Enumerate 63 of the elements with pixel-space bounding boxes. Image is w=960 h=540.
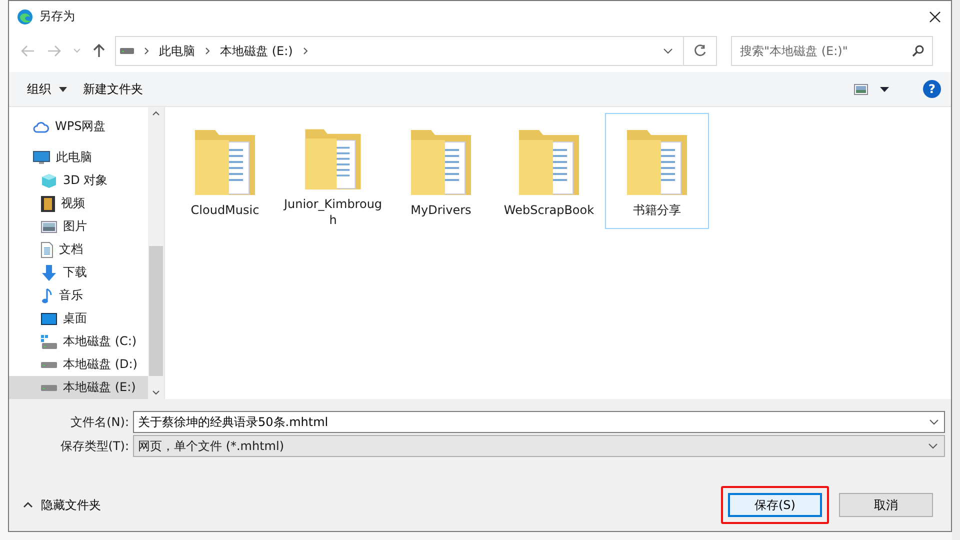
chevron-down-icon	[929, 419, 939, 425]
help-button[interactable]: ?	[923, 80, 941, 98]
drive-icon	[120, 47, 134, 55]
scrollbar[interactable]	[148, 107, 164, 399]
music-note-icon	[41, 288, 53, 304]
cube-icon	[41, 172, 57, 188]
chevron-down-icon[interactable]	[663, 48, 673, 54]
close-icon[interactable]	[929, 10, 941, 22]
window-title: 另存为	[39, 8, 75, 25]
sidebar-item[interactable]: WPS网盘	[9, 115, 148, 138]
cloud-icon	[33, 120, 49, 132]
address-bar[interactable]: 此电脑 本地磁盘 (E:)	[115, 36, 717, 66]
scroll-down-icon[interactable]	[152, 390, 160, 395]
folder-item[interactable]: 书籍分享	[605, 113, 709, 229]
sidebar-item[interactable]: 3D 对象	[9, 169, 148, 192]
save-button[interactable]: 保存(S)	[728, 493, 822, 517]
file-name-field[interactable]: 关于蔡徐坤的经典语录50条.mhtml	[133, 411, 945, 433]
caret-icon[interactable]	[880, 86, 889, 92]
drive-icon	[41, 334, 57, 348]
folder-item[interactable]: WebScrapBook	[497, 113, 601, 229]
file-name-label: 文件名(N):	[70, 414, 130, 430]
organize-button[interactable]: 组织	[25, 80, 69, 98]
refresh-icon	[693, 44, 707, 58]
chevron-right-icon	[302, 47, 308, 55]
search-icon	[912, 45, 924, 57]
folder-item[interactable]: CloudMusic	[173, 113, 277, 229]
sidebar-item[interactable]: 下载	[9, 261, 148, 284]
file-type-label: 保存类型(T):	[59, 438, 130, 454]
monitor-icon	[33, 150, 50, 164]
caret-icon	[59, 86, 67, 92]
drive-icon	[41, 360, 57, 368]
chevron-right-icon	[205, 47, 210, 55]
sidebar-item[interactable]: 本地磁盘 (E:)	[9, 376, 148, 399]
chevron-up-icon	[23, 502, 33, 508]
desktop-icon	[41, 312, 57, 324]
sidebar-item[interactable]: 音乐	[9, 284, 148, 307]
sidebar-item[interactable]: 本地磁盘 (D:)	[9, 353, 148, 376]
scroll-up-icon[interactable]	[152, 111, 160, 116]
breadcrumb-item[interactable]: 此电脑	[159, 42, 195, 60]
sidebar-item[interactable]: 此电脑	[9, 146, 148, 169]
sidebar-item[interactable]: 文档	[9, 238, 148, 261]
folder-item[interactable]: MyDrivers	[389, 113, 493, 229]
folder-item[interactable]: Junior_Kimbrough	[281, 113, 385, 229]
search-field[interactable]: 搜索"本地磁盘 (E:)"	[731, 36, 933, 66]
document-icon	[41, 242, 53, 258]
cancel-button[interactable]: 取消	[839, 493, 933, 517]
new-folder-button[interactable]: 新建文件夹	[81, 80, 145, 98]
sidebar-item[interactable]: 本地磁盘 (C:)	[9, 330, 148, 353]
sidebar-item[interactable]: 桌面	[9, 307, 148, 330]
hide-folders-button[interactable]: 隐藏文件夹	[9, 496, 107, 514]
browser-logo-icon	[17, 8, 33, 24]
drive-icon	[41, 384, 57, 392]
chevron-right-icon	[144, 47, 149, 55]
chevron-down-icon	[928, 443, 938, 449]
file-type-dropdown[interactable]: 网页，单个文件 (*.mhtml)	[133, 435, 945, 457]
sidebar-item[interactable]: 视频	[9, 192, 148, 215]
down-arrow-icon	[41, 264, 57, 280]
sidebar-item[interactable]: 图片	[9, 215, 148, 238]
view-options-icon[interactable]	[854, 84, 868, 94]
up-arrow-icon[interactable]	[93, 44, 105, 58]
picture-icon	[41, 220, 57, 232]
breadcrumb-item[interactable]: 本地磁盘 (E:)	[220, 42, 293, 60]
film-icon	[41, 196, 55, 212]
